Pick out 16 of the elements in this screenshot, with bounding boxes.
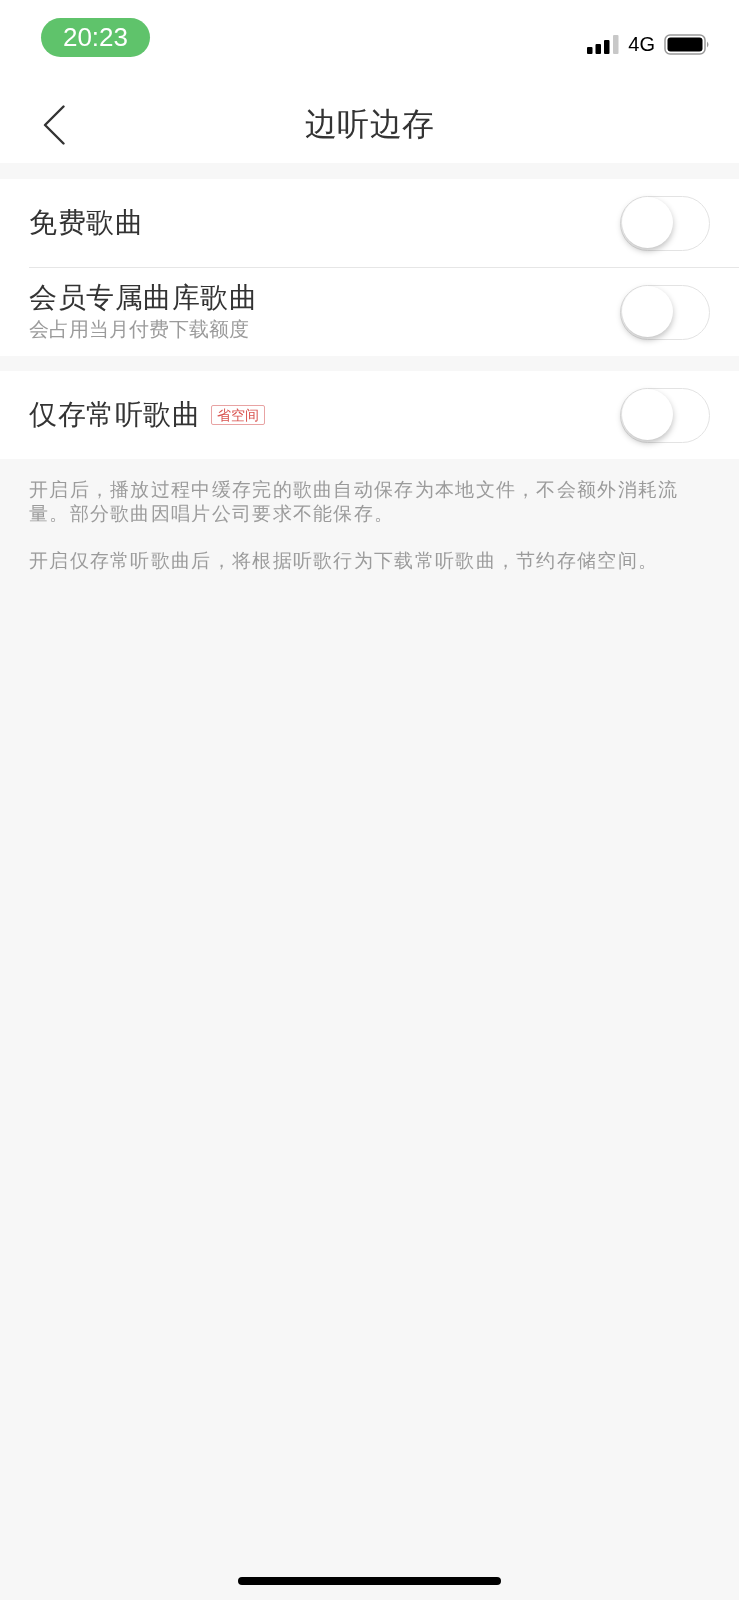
toggle-switch[interactable] — [620, 387, 710, 443]
network-label: 4G — [628, 33, 655, 55]
status-time: 20:23 — [41, 18, 150, 57]
note-text: 开启后，播放过程中缓存完的歌曲自动保存为本地文件，不会额外消耗流量。部分歌曲因唱片公司要求不能保存。 — [29, 478, 680, 525]
back-chevron-icon — [43, 105, 65, 145]
setting-label: 仅存常听歌曲 — [29, 399, 200, 431]
page-title: 边听边存 — [304, 105, 435, 144]
space-saving-badge: 省空间 — [211, 405, 265, 425]
battery-icon — [664, 33, 710, 55]
setting-label: 免费歌曲 — [29, 207, 143, 239]
setting-label: 会员专属曲库歌曲 — [29, 282, 257, 314]
signal-icon — [587, 34, 620, 54]
note-text: 开启仅存常听歌曲后，将根据听歌行为下载常听歌曲，节约存储空间。 — [29, 549, 660, 573]
setting-description: 会占用当月付费下载额度 — [29, 317, 249, 342]
toggle-switch[interactable] — [620, 195, 710, 251]
toggle-switch[interactable] — [620, 284, 710, 340]
